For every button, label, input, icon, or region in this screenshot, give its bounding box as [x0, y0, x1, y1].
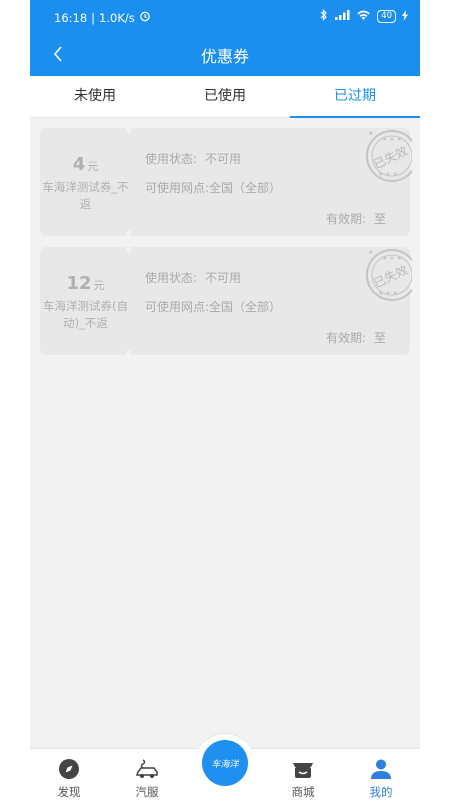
svg-text:★ ★ ★: ★ ★ ★ [378, 171, 398, 178]
nav-mine[interactable]: 我的 [342, 749, 420, 800]
nav-discover[interactable]: 发现 [30, 749, 108, 800]
tab-expired[interactable]: 已过期 [290, 76, 420, 118]
coupon-tabs: 未使用 已使用 已过期 [30, 76, 420, 118]
brand-logo-icon: 车海洋 [211, 759, 239, 770]
svg-text:★ ★ ★: ★ ★ ★ [382, 136, 402, 143]
status-time: 16:18 [54, 10, 88, 25]
alarm-icon [139, 10, 151, 25]
coupon-card[interactable]: 12 元 车海洋测试券(自动)_不返 使用状态: 不可用 可使用网点:全国（全部） … [40, 242, 412, 360]
wifi-icon [356, 9, 371, 24]
coupon-amount: 4 [72, 154, 86, 175]
svg-text:★ ★ ★: ★ ★ ★ [378, 290, 398, 297]
coupon-name: 车海洋测试券(自动)_不返 [43, 299, 128, 330]
validity-label: 有效期: [325, 212, 366, 226]
coupon-unit: 元 [87, 160, 99, 173]
coupon-list: 4元 车海洋测试券_不返 使用状态: 不可用 可使用网点:全国（全部） 有效期: 至… [40, 123, 412, 366]
status-label: 使用状态: [145, 271, 198, 285]
person-icon [342, 757, 420, 781]
svg-text:★: ★ [368, 130, 373, 137]
expired-stamp-icon: ★ ★ ★ ★ ★ ★ ★ 已失效 [362, 128, 412, 186]
coupon-name: 车海洋测试券_不返 [42, 180, 129, 211]
vip-shop-icon: VIP [264, 757, 342, 781]
nav-label: 商城 [291, 785, 315, 799]
nav-car-service[interactable]: 汽服 [108, 749, 186, 800]
battery-icon: 40 [377, 10, 396, 23]
svg-text:★ ★ ★: ★ ★ ★ [382, 255, 402, 262]
status-bar: 16:18 | 1.0K/s 40 [30, 0, 420, 34]
nav-label: 发现 [57, 785, 81, 799]
status-value: 不可用 [205, 271, 242, 285]
nav-label: 我的 [369, 785, 393, 799]
status-network-speed: 1.0K/s [99, 10, 135, 25]
stamp-text: 已失效 [371, 143, 410, 172]
outlets-label: 可使用网点: [145, 181, 210, 195]
charging-icon [402, 9, 408, 24]
bluetooth-icon [320, 9, 328, 24]
coupon-details: 使用状态: 不可用 可使用网点:全国（全部） 有效期: 至 ★ ★ ★ ★ ★ ★ … [131, 247, 412, 355]
nav-label: 汽服 [135, 785, 159, 799]
outlets-value: 全国（全部） [209, 181, 282, 195]
outlets-label: 可使用网点: [145, 300, 210, 314]
compass-icon [30, 757, 108, 781]
tab-unused[interactable]: 未使用 [30, 76, 160, 117]
coupon-amount: 12 [66, 273, 92, 294]
expired-stamp-icon: ★ ★ ★ ★ ★ ★ ★ 已失效 [362, 247, 412, 305]
stamp-text: 已失效 [371, 262, 410, 291]
validity-value: 至 [373, 331, 386, 345]
coupon-unit: 元 [93, 279, 105, 292]
nav-shop[interactable]: VIP 商城 [264, 749, 342, 800]
tab-used[interactable]: 已使用 [160, 76, 290, 117]
cellular-signal-icon [334, 9, 350, 24]
coupon-details: 使用状态: 不可用 可使用网点:全国（全部） 有效期: 至 ★ ★ ★ ★ ★ ★ … [131, 128, 412, 236]
coupon-stub: 4元 车海洋测试券_不返 [40, 128, 131, 236]
coupon-card[interactable]: 4元 车海洋测试券_不返 使用状态: 不可用 可使用网点:全国（全部） 有效期: 至… [40, 123, 412, 241]
car-service-icon [108, 757, 186, 781]
header: 优惠券 [30, 34, 420, 76]
svg-text:★: ★ [368, 249, 373, 256]
svg-text:VIP: VIP [298, 759, 306, 765]
brand-logo-button[interactable]: 车海洋 [202, 740, 248, 786]
validity-value: 至 [373, 212, 386, 226]
app-frame: 16:18 | 1.0K/s 40 优惠券 未使用 已使用 已过期 4 元 车海… [30, 0, 420, 800]
status-value: 不可用 [205, 152, 242, 166]
outlets-value: 全国（全部） [209, 300, 282, 314]
coupon-stub: 12 元 车海洋测试券(自动)_不返 [40, 247, 131, 355]
page-title: 优惠券 [200, 47, 249, 66]
validity-label: 有效期: [325, 331, 366, 345]
status-label: 使用状态: [145, 152, 198, 166]
